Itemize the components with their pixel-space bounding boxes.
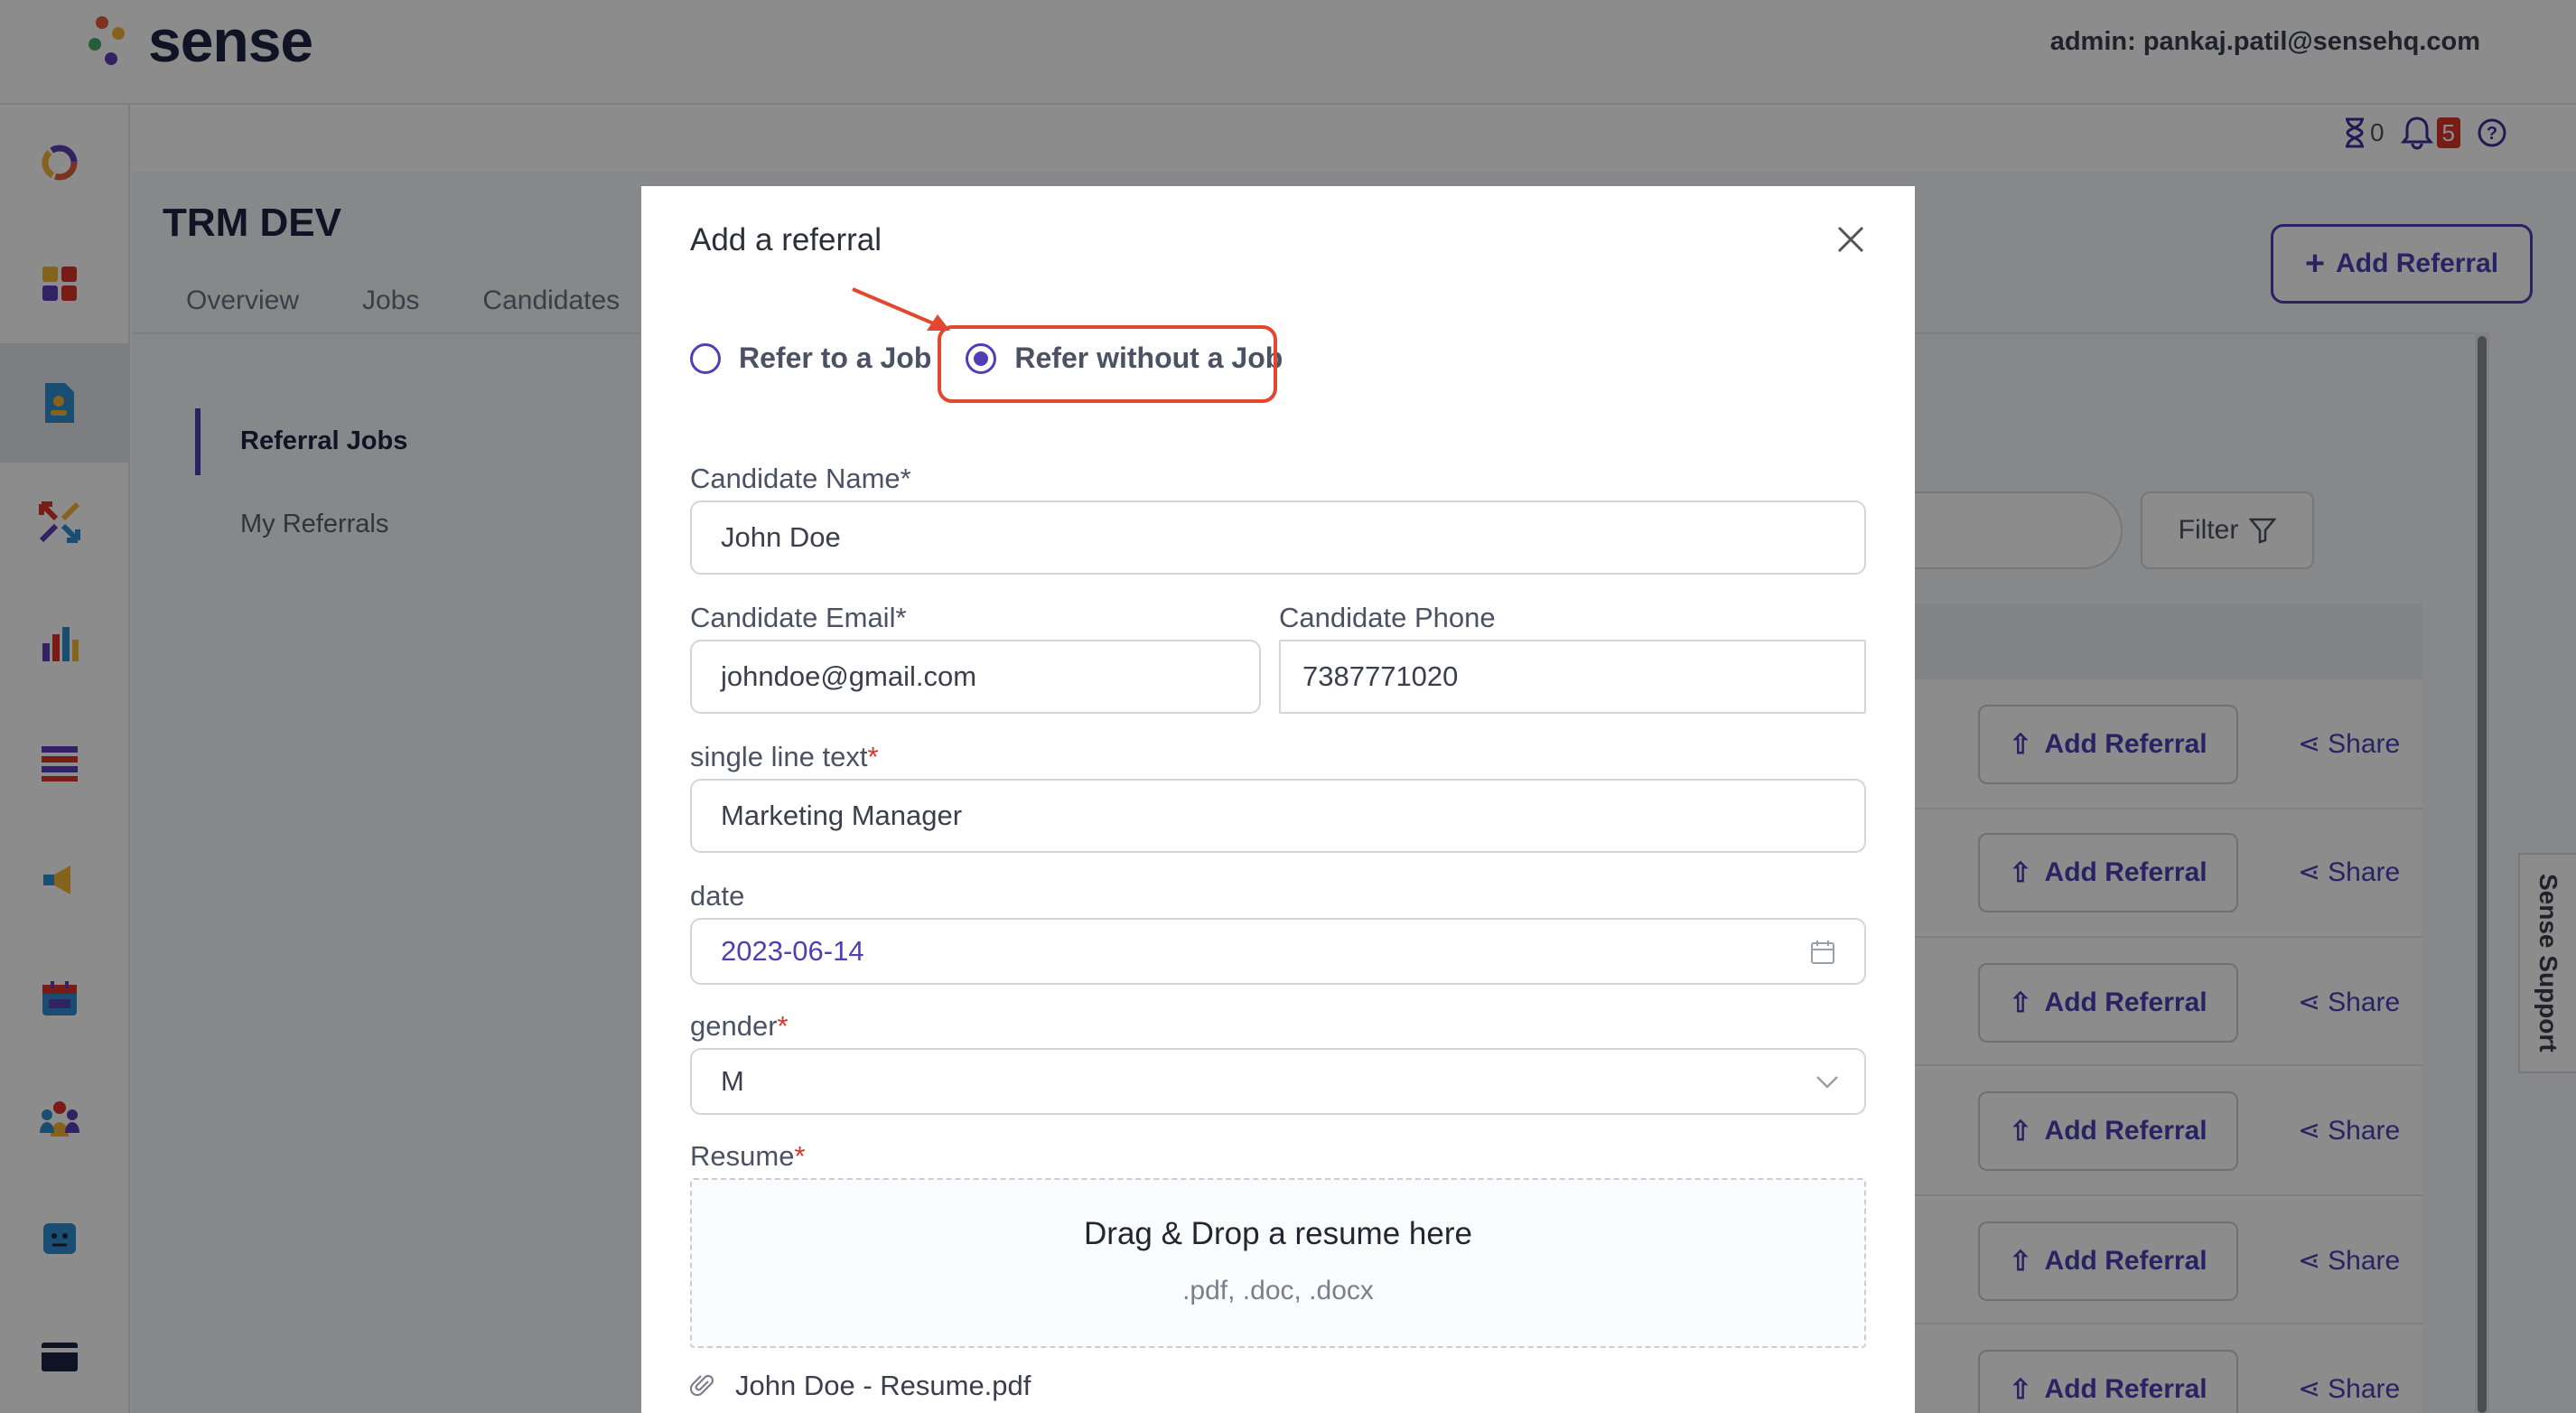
annotation-highlight-box — [938, 325, 1277, 403]
resume-label: Resume* — [690, 1140, 806, 1172]
dropzone-title: Drag & Drop a resume here — [1084, 1216, 1472, 1251]
radio-unchecked-icon — [690, 342, 721, 374]
dropzone-formats: .pdf, .doc, .docx — [1182, 1276, 1374, 1305]
add-referral-modal: Add a referral Refer to a Job Refer with… — [641, 186, 1915, 1413]
candidate-phone-input[interactable]: 7387771020 — [1279, 640, 1866, 714]
candidate-name-input[interactable]: John Doe — [690, 501, 1866, 575]
single-line-text-input[interactable]: Marketing Manager — [690, 779, 1866, 853]
chevron-down-icon — [1816, 1076, 1838, 1089]
date-label: date — [690, 880, 745, 912]
gender-label: gender* — [690, 1010, 789, 1042]
radio-refer-to-job[interactable]: Refer to a Job — [690, 342, 931, 375]
attached-file-name: John Doe - Resume.pdf — [735, 1370, 1031, 1401]
calendar-icon[interactable] — [1810, 940, 1835, 965]
modal-title: Add a referral — [690, 222, 882, 257]
gender-selected-value: M — [721, 1065, 744, 1097]
date-value: 2023-06-14 — [721, 935, 864, 967]
candidate-name-label: Candidate Name* — [690, 463, 911, 494]
date-input[interactable]: 2023-06-14 — [690, 918, 1866, 985]
candidate-email-label: Candidate Email* — [690, 602, 907, 633]
candidate-email-input[interactable]: johndoe@gmail.com — [690, 640, 1261, 714]
gender-select[interactable]: M — [690, 1048, 1866, 1115]
radio-refer-to-job-label: Refer to a Job — [739, 342, 932, 374]
close-icon[interactable] — [1834, 222, 1868, 257]
single-line-text-label: single line text* — [690, 741, 879, 772]
paperclip-icon — [690, 1374, 714, 1397]
candidate-phone-label: Candidate Phone — [1279, 602, 1496, 633]
resume-dropzone[interactable]: Drag & Drop a resume here .pdf, .doc, .d… — [690, 1178, 1866, 1348]
attached-file[interactable]: John Doe - Resume.pdf — [690, 1370, 1031, 1402]
